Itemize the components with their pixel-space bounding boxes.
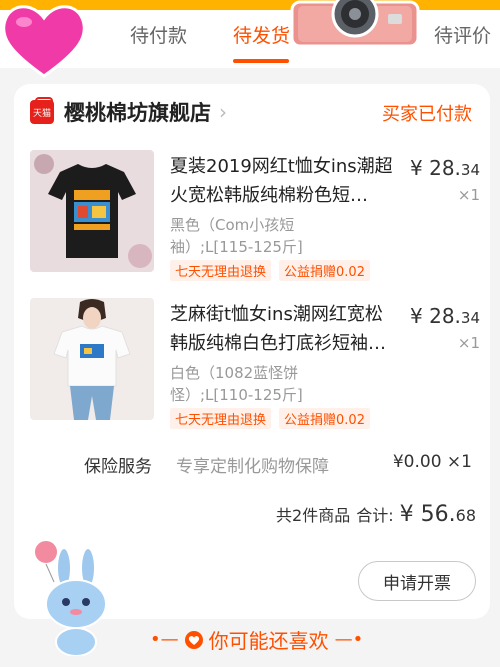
tab-pending-review[interactable]: 待评价: [434, 21, 491, 48]
product-price: ¥ 28.34: [410, 156, 480, 180]
recommend-section-header: •— 你可能还喜欢 —•: [150, 625, 363, 654]
item-count: 共2件商品: [276, 506, 351, 525]
product-spec: 白色（1082蓝怪饼怪）;L[110-125斤]: [170, 364, 303, 404]
service-tags: 七天无理由退换 公益捐赠0.02: [170, 408, 370, 429]
order-item[interactable]: 芝麻街t恤女ins潮网红宽松韩版纯棉白色打底衫短袖… 白色（1082蓝怪饼怪）;…: [30, 298, 480, 429]
divider-left: •—: [150, 629, 179, 650]
total-label: 合计:: [356, 506, 394, 525]
product-title[interactable]: 夏装2019网红t恤女ins潮超火宽松韩版纯棉粉色短…: [170, 152, 398, 210]
mascot-sticker-icon: [33, 539, 107, 656]
recommend-title: 你可能还喜欢: [208, 629, 329, 653]
request-invoice-button[interactable]: 申请开票: [358, 561, 476, 601]
insurance-row[interactable]: 保险服务 专享定制化购物保障 ¥0.00 ×1: [14, 452, 490, 480]
heart-icon: [184, 630, 203, 649]
insurance-description: 专享定制化购物保障: [176, 457, 329, 477]
order-total: 共2件商品 合计: ¥ 56.68: [276, 502, 476, 527]
service-tags: 七天无理由退换 公益捐赠0.02: [170, 260, 370, 281]
order-status: 买家已付款: [382, 104, 472, 125]
product-spec: 黑色（Com小孩短袖）;L[115-125斤]: [170, 216, 303, 256]
product-quantity: ×1: [457, 186, 480, 204]
heart-sticker-icon: [2, 5, 86, 78]
product-quantity: ×1: [457, 334, 480, 352]
chevron-right-icon: ›: [219, 100, 227, 124]
camera-sticker-icon: [290, 0, 420, 48]
active-tab-indicator: [233, 59, 289, 63]
divider-right: —•: [334, 629, 364, 650]
tab-pending-payment[interactable]: 待付款: [130, 21, 187, 48]
store-header[interactable]: 天猫 樱桃棉坊旗舰店 ›: [30, 97, 227, 127]
insurance-price: ¥0.00 ×1: [392, 452, 472, 472]
tag-charity: 公益捐赠0.02: [279, 260, 370, 281]
order-item[interactable]: 夏装2019网红t恤女ins潮超火宽松韩版纯棉粉色短… 黑色（Com小孩短袖）;…: [30, 150, 480, 281]
product-title[interactable]: 芝麻街t恤女ins潮网红宽松韩版纯棉白色打底衫短袖…: [170, 300, 398, 358]
store-name[interactable]: 樱桃棉坊旗舰店: [64, 97, 211, 127]
product-image-black-tshirt[interactable]: [30, 150, 154, 272]
tmall-badge-icon: 天猫: [30, 97, 54, 124]
insurance-label: 保险服务: [84, 457, 152, 477]
tag-return-policy: 七天无理由退换: [170, 408, 272, 429]
tag-return-policy: 七天无理由退换: [170, 260, 272, 281]
product-image-white-tshirt[interactable]: [30, 298, 154, 420]
tag-charity: 公益捐赠0.02: [279, 408, 370, 429]
total-amount: ¥ 56.68: [399, 502, 476, 527]
tab-pending-shipment[interactable]: 待发货: [233, 21, 290, 48]
product-price: ¥ 28.34: [410, 304, 480, 328]
